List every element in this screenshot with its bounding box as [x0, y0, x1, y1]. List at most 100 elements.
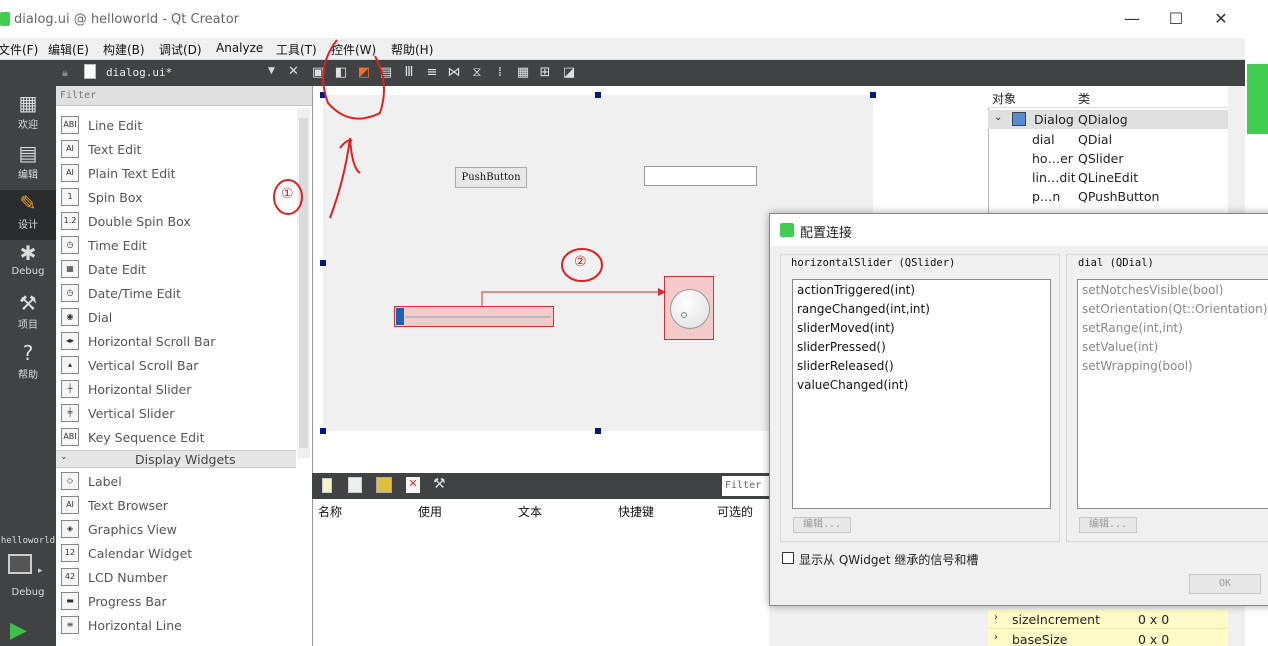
resize-handle[interactable] [595, 92, 601, 98]
property-value[interactable]: 0 x 0 [1138, 632, 1169, 646]
widget-item[interactable]: ▬ Progress Bar [56, 589, 296, 613]
list-item[interactable]: setOrientation(Qt::Orientation) [1082, 302, 1267, 316]
widget-item[interactable]: ◂▸ Horizontal Scroll Bar [56, 329, 296, 353]
col-shortcut[interactable]: 快捷键 [618, 503, 654, 520]
widget-item[interactable]: ▦ Date Edit [56, 257, 296, 281]
list-item[interactable]: actionTriggered(int) [797, 283, 915, 297]
menu-help[interactable]: 帮助(H) [391, 41, 433, 58]
mode-design[interactable]: ✎ 设计 [0, 190, 56, 240]
layout-splitter-v-icon[interactable]: ⧖ [469, 65, 485, 81]
form-line-edit[interactable] [644, 166, 757, 186]
mode-edit[interactable]: ▤ 编辑 [0, 140, 56, 190]
tree-row[interactable]: ho…er QSlider [988, 149, 1228, 168]
list-item[interactable]: setNotchesVisible(bool) [1082, 283, 1223, 297]
list-item[interactable]: sliderPressed() [797, 340, 886, 354]
layout-form-icon[interactable]: ▦ [515, 65, 531, 81]
widget-item[interactable]: ◉ Dial [56, 305, 296, 329]
property-row[interactable]: › baseSize 0 x 0 [988, 631, 1228, 646]
mode-projects[interactable]: ⚒ 项目 [0, 290, 56, 340]
list-item[interactable]: setWrapping(bool) [1082, 359, 1193, 373]
widget-item[interactable]: 1 Spin Box [56, 185, 296, 209]
chevron-right-icon[interactable]: ▸ [38, 566, 43, 576]
edit-buddies-icon[interactable]: ◩ [356, 65, 372, 81]
slider-handle[interactable] [396, 308, 404, 325]
widget-filter-input[interactable]: Filter [56, 86, 312, 106]
widget-item[interactable]: AI Text Edit [56, 137, 296, 161]
widget-item[interactable]: ◷ Date/Time Edit [56, 281, 296, 305]
col-used[interactable]: 使用 [418, 503, 442, 520]
slot-list[interactable]: setNotchesVisible(bool) setOrientation(Qt… [1077, 279, 1268, 509]
category-display-widgets[interactable]: ⌄ Display Widgets [56, 450, 296, 468]
dropdown-icon[interactable]: ▼ [268, 66, 275, 76]
edit-signals-button[interactable]: 编辑... [793, 517, 851, 533]
widget-item[interactable]: ABI Key Sequence Edit [56, 425, 296, 449]
dial-knob[interactable] [670, 289, 710, 329]
layout-splitter-h-icon[interactable]: ⋈ [446, 65, 462, 81]
list-item[interactable]: valueChanged(int) [797, 378, 908, 392]
col-name[interactable]: 名称 [318, 503, 342, 520]
menu-widgets[interactable]: 控件(W) [331, 41, 376, 58]
col-text[interactable]: 文本 [518, 503, 542, 520]
layout-horizontal-icon[interactable]: Ⅲ [401, 65, 417, 81]
edit-widgets-icon[interactable]: ▣ [310, 65, 326, 81]
mode-debug[interactable]: ✱ Debug [0, 240, 56, 290]
list-item[interactable]: sliderReleased() [797, 359, 894, 373]
action-filter-input[interactable]: Filter [722, 476, 769, 496]
col-object[interactable]: 对象 [992, 90, 1016, 107]
widget-item[interactable]: ╪ Vertical Slider [56, 401, 296, 425]
widget-item[interactable]: ◇ Label [56, 469, 296, 493]
widget-item[interactable]: ABI Line Edit [56, 113, 296, 137]
widget-item[interactable]: AI Text Browser [56, 493, 296, 517]
layout-grid-icon[interactable]: ⁞ [492, 65, 508, 81]
action-editor-table[interactable]: 名称 使用 文本 快捷键 可选的 [312, 499, 769, 646]
list-item[interactable]: sliderMoved(int) [797, 321, 895, 335]
ok-button[interactable]: OK [1189, 574, 1261, 594]
resize-handle[interactable] [870, 92, 876, 98]
widget-item[interactable]: 1.2 Double Spin Box [56, 209, 296, 233]
property-row[interactable]: › sizeIncrement 0 x 0 [988, 611, 1228, 629]
widget-item[interactable]: AI Plain Text Edit [56, 161, 296, 185]
close-doc-icon[interactable]: ✕ [288, 64, 299, 79]
delete-action-icon[interactable]: ✕ [406, 477, 420, 493]
edit-signals-slots-icon[interactable]: ◧ [333, 65, 349, 81]
chevron-right-icon[interactable]: › [994, 612, 998, 623]
close-button[interactable]: ✕ [1207, 6, 1235, 32]
tree-row[interactable]: p…n QPushButton [988, 187, 1228, 206]
tree-row[interactable]: dial QDial [988, 130, 1228, 149]
mode-help[interactable]: ? 帮助 [0, 340, 56, 390]
widget-item[interactable]: ▴ Vertical Scroll Bar [56, 353, 296, 377]
menu-file[interactable]: 文件(F) [0, 41, 38, 58]
chevron-right-icon[interactable]: › [994, 632, 998, 643]
paste-action-icon[interactable] [376, 477, 392, 493]
menu-debug[interactable]: 调试(D) [159, 41, 202, 58]
widget-item[interactable]: ≡ Horizontal Line [56, 613, 296, 637]
widget-item[interactable]: ◷ Time Edit [56, 233, 296, 257]
adjust-size-icon[interactable]: ◪ [561, 65, 577, 81]
menu-analyze[interactable]: Analyze [216, 41, 263, 55]
tree-row[interactable]: lin…dit QLineEdit [988, 168, 1228, 187]
signal-list[interactable]: actionTriggered(int) rangeChanged(int,int… [792, 279, 1051, 509]
menu-edit[interactable]: 编辑(E) [48, 41, 89, 58]
form-push-button[interactable]: PushButton [455, 167, 527, 188]
property-value[interactable]: 0 x 0 [1138, 612, 1169, 627]
edit-slots-button[interactable]: 编辑... [1079, 517, 1137, 533]
editor-filename[interactable]: dialog.ui* [106, 66, 172, 79]
monitor-icon[interactable] [8, 554, 32, 574]
chevron-down-icon[interactable]: ⌄ [994, 112, 1002, 123]
list-item[interactable]: setRange(int,int) [1082, 321, 1183, 335]
col-class[interactable]: 类 [1078, 90, 1090, 107]
maximize-button[interactable]: ☐ [1162, 6, 1190, 32]
mode-welcome[interactable]: ▦ 欢迎 [0, 90, 56, 140]
widget-item[interactable]: 42 LCD Number [56, 565, 296, 589]
menu-build[interactable]: 构建(B) [103, 41, 145, 58]
run-icon[interactable]: ▶ [10, 618, 27, 643]
break-layout-icon[interactable]: ⊞ [537, 65, 553, 81]
inherited-checkbox[interactable] [782, 552, 794, 564]
resize-handle[interactable] [320, 260, 326, 266]
new-action-icon[interactable] [322, 478, 332, 493]
col-checkable[interactable]: 可选的 [717, 503, 753, 520]
resize-handle[interactable] [320, 428, 326, 434]
form-dial[interactable] [664, 276, 714, 340]
list-item[interactable]: setValue(int) [1082, 340, 1158, 354]
copy-action-icon[interactable] [348, 477, 362, 493]
